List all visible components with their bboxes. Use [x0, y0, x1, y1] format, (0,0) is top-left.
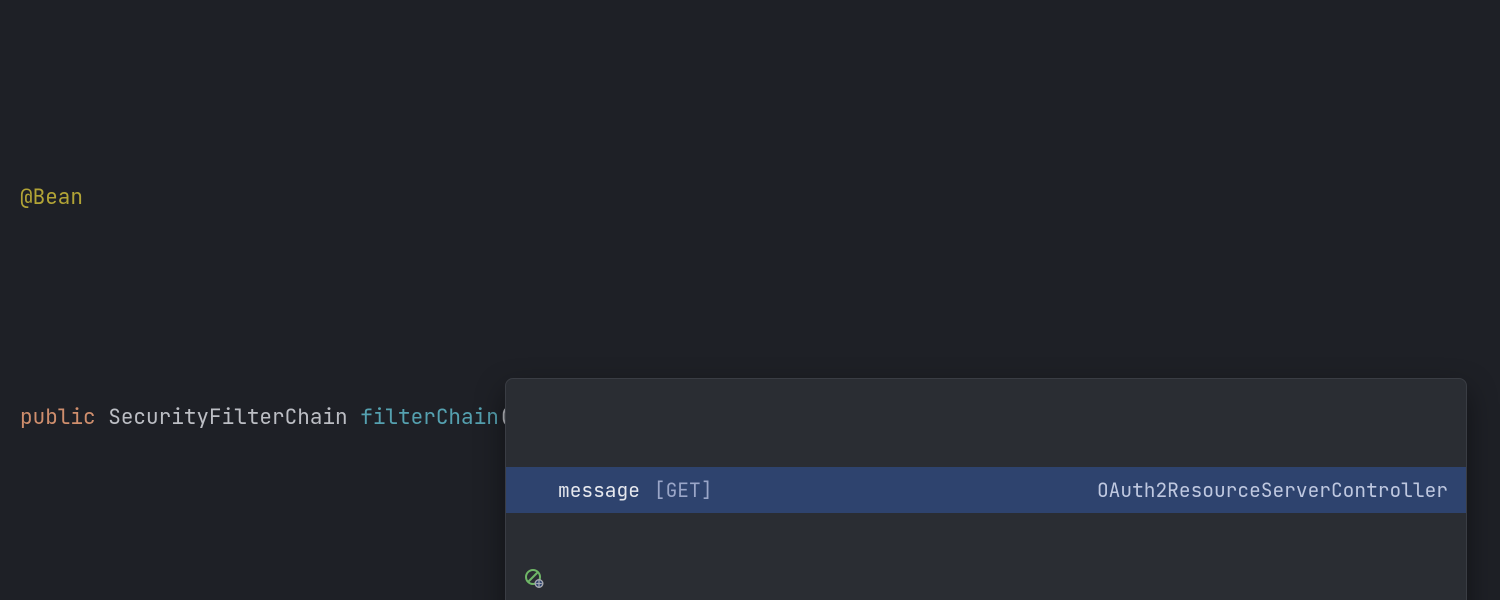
- completion-item-name: message: [558, 468, 640, 512]
- completion-item-tail: OAuth2ResourceServerController: [1097, 468, 1448, 512]
- endpoint-icon: [524, 480, 544, 500]
- kw-public: public: [20, 404, 96, 431]
- method-name: filterChain: [360, 404, 499, 431]
- completion-item[interactable]: message [GET] OAuth2ResourceServerContro…: [506, 467, 1466, 513]
- completion-item-meta: [GET]: [654, 468, 713, 512]
- code-line[interactable]: @Bean: [20, 176, 1500, 220]
- completion-popup[interactable]: message [GET] OAuth2ResourceServerContro…: [505, 378, 1467, 600]
- type-name: SecurityFilterChain: [108, 404, 347, 431]
- annotation: @Bean: [20, 184, 83, 211]
- code-editor[interactable]: @Bean public SecurityFilterChain filterC…: [0, 0, 1500, 600]
